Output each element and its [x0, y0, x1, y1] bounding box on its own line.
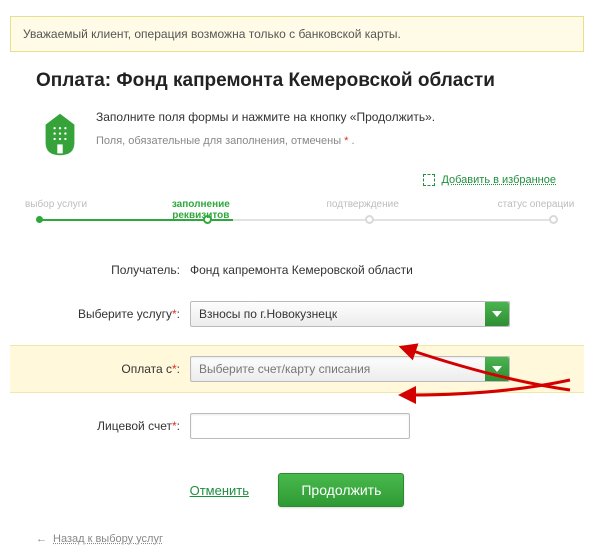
pay-from-select-value: Выберите счет/карту списания: [199, 362, 370, 376]
bookmark-icon: [423, 174, 435, 186]
step-label-1: выбор услуги: [6, 199, 106, 210]
step-label-3: подтверждение: [313, 199, 413, 210]
account-label: Лицевой счет*:: [70, 419, 190, 433]
account-input[interactable]: [190, 413, 410, 439]
cancel-button[interactable]: Отменить: [190, 483, 249, 498]
add-favorite-link[interactable]: Добавить в избранное: [423, 174, 556, 186]
service-label: Выберите услугу*:: [70, 307, 190, 321]
pay-from-label: Оплата с*:: [70, 362, 190, 376]
alert-text: Уважаемый клиент, операция возможна толь…: [23, 27, 401, 41]
intro-line-1: Заполните поля формы и нажмите на кнопку…: [96, 108, 435, 127]
service-select-value: Взносы по г.Новокузнецк: [199, 307, 337, 321]
alert-banner: Уважаемый клиент, операция возможна толь…: [10, 16, 584, 52]
back-to-services-link[interactable]: ← Назад к выбору услуг: [36, 533, 163, 545]
continue-button[interactable]: Продолжить: [278, 473, 404, 507]
add-favorite-label: Добавить в избранное: [441, 174, 556, 186]
step-label-2: заполнение реквизитов: [151, 199, 251, 221]
chevron-down-icon: [485, 302, 509, 326]
recipient-label: Получатель:: [70, 263, 190, 277]
progress-steps: выбор услуги заполнение реквизитов подтв…: [36, 199, 558, 239]
arrow-left-icon: ←: [36, 533, 47, 545]
step-label-4: статус операции: [486, 199, 586, 210]
service-select[interactable]: Взносы по г.Новокузнецк: [190, 301, 510, 327]
pay-from-select[interactable]: Выберите счет/карту списания: [190, 356, 510, 382]
provider-house-icon: [42, 112, 78, 160]
intro-line-2: Поля, обязательные для заполнения, отмеч…: [96, 133, 435, 151]
page-title: Оплата: Фонд капремонта Кемеровской обла…: [36, 70, 584, 92]
chevron-down-icon: [485, 357, 509, 381]
recipient-value: Фонд капремонта Кемеровской области: [190, 263, 413, 277]
back-link-label: Назад к выбору услуг: [53, 533, 163, 545]
